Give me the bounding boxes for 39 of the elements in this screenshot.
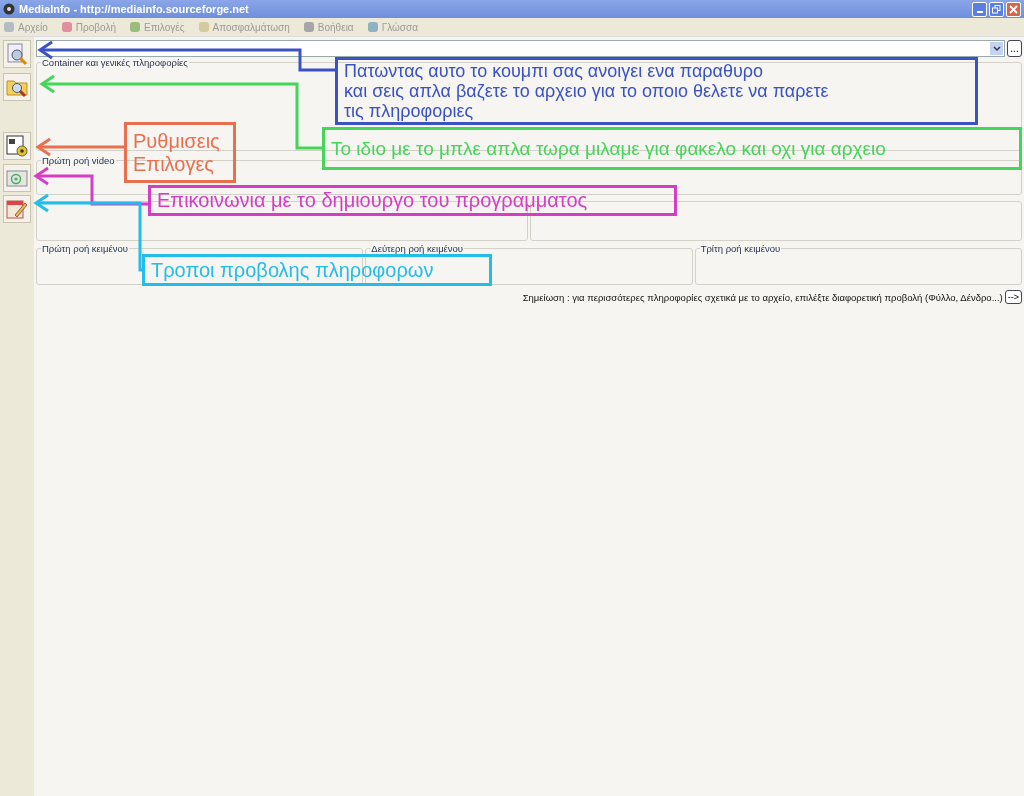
group-label: Δεύτερη ροή κειμένου: [370, 243, 465, 254]
restore-icon: [992, 4, 1001, 14]
next-view-button[interactable]: -->: [1004, 290, 1022, 304]
open-folder-button[interactable]: [3, 73, 31, 101]
magnifier-page-icon: [5, 42, 29, 66]
menu-item[interactable]: Αρχείο: [4, 21, 48, 33]
window-title: MediaInfo - http://mediainfo.sourceforge.net: [19, 3, 250, 15]
group-label: Container και γενικές πληροφορίες: [41, 57, 189, 68]
view-button[interactable]: [3, 195, 31, 223]
menu-item[interactable]: Προβολή: [61, 21, 116, 33]
group-label: Πρώτη ροή video: [41, 155, 116, 166]
menu-item[interactable]: Επιλογές: [130, 21, 185, 33]
close-button[interactable]: [1006, 1, 1021, 17]
group-label: Τρίτη ροή κειμένου: [699, 243, 782, 254]
group-label: Πρώτη ροή κειμένου: [41, 243, 129, 254]
callout-text: και σεις απλα βαζετε το αρχειο για το οποιο θελετε να παρετε: [344, 80, 830, 102]
callout-text: Πατωντας αυτο το κουμπι σας ανοιγει ενα παραθυρο: [344, 60, 765, 81]
callout-text: Τροποι προβολης πληροφορων: [151, 258, 435, 282]
notepad-pencil-icon: [5, 197, 29, 221]
menu-item[interactable]: Αποσφαλμάτωση: [198, 21, 290, 33]
menu-item[interactable]: Γλώσσα: [367, 21, 418, 33]
callout-text: Επικοινωνια με το δημιουργο του προγραμματος: [157, 189, 589, 212]
callout-text: Ρυθμισεις: [133, 130, 221, 153]
open-file-button[interactable]: [3, 40, 31, 68]
browse-button[interactable]: ...: [1007, 40, 1022, 57]
settings-button[interactable]: [3, 132, 31, 160]
file-selector[interactable]: [36, 40, 1005, 57]
callout-text: τις πληροφοριες: [344, 101, 475, 122]
disc-icon: [3, 3, 15, 15]
note-text: Σημείωση : για περισσότερες πληροφορίες σχετικά με το αρχείο, επιλέξτε διαφορετική προβολή (Φύλλο, Δένδρο...): [522, 291, 1003, 303]
restore-button[interactable]: [989, 1, 1004, 17]
callout-text: Επιλογες: [133, 152, 215, 175]
menu-item[interactable]: Βοήθεια: [303, 21, 354, 33]
dropdown-caret-icon: [990, 42, 1003, 55]
minimize-button[interactable]: [972, 1, 987, 17]
close-icon: [1009, 4, 1018, 14]
minimize-icon: [976, 10, 983, 13]
callout-text: Το ιδιο με το μπλε απλα τωρα μιλαμε για φακελο και οχι για αρχειο: [331, 137, 887, 160]
window-gear-icon: [5, 134, 29, 158]
